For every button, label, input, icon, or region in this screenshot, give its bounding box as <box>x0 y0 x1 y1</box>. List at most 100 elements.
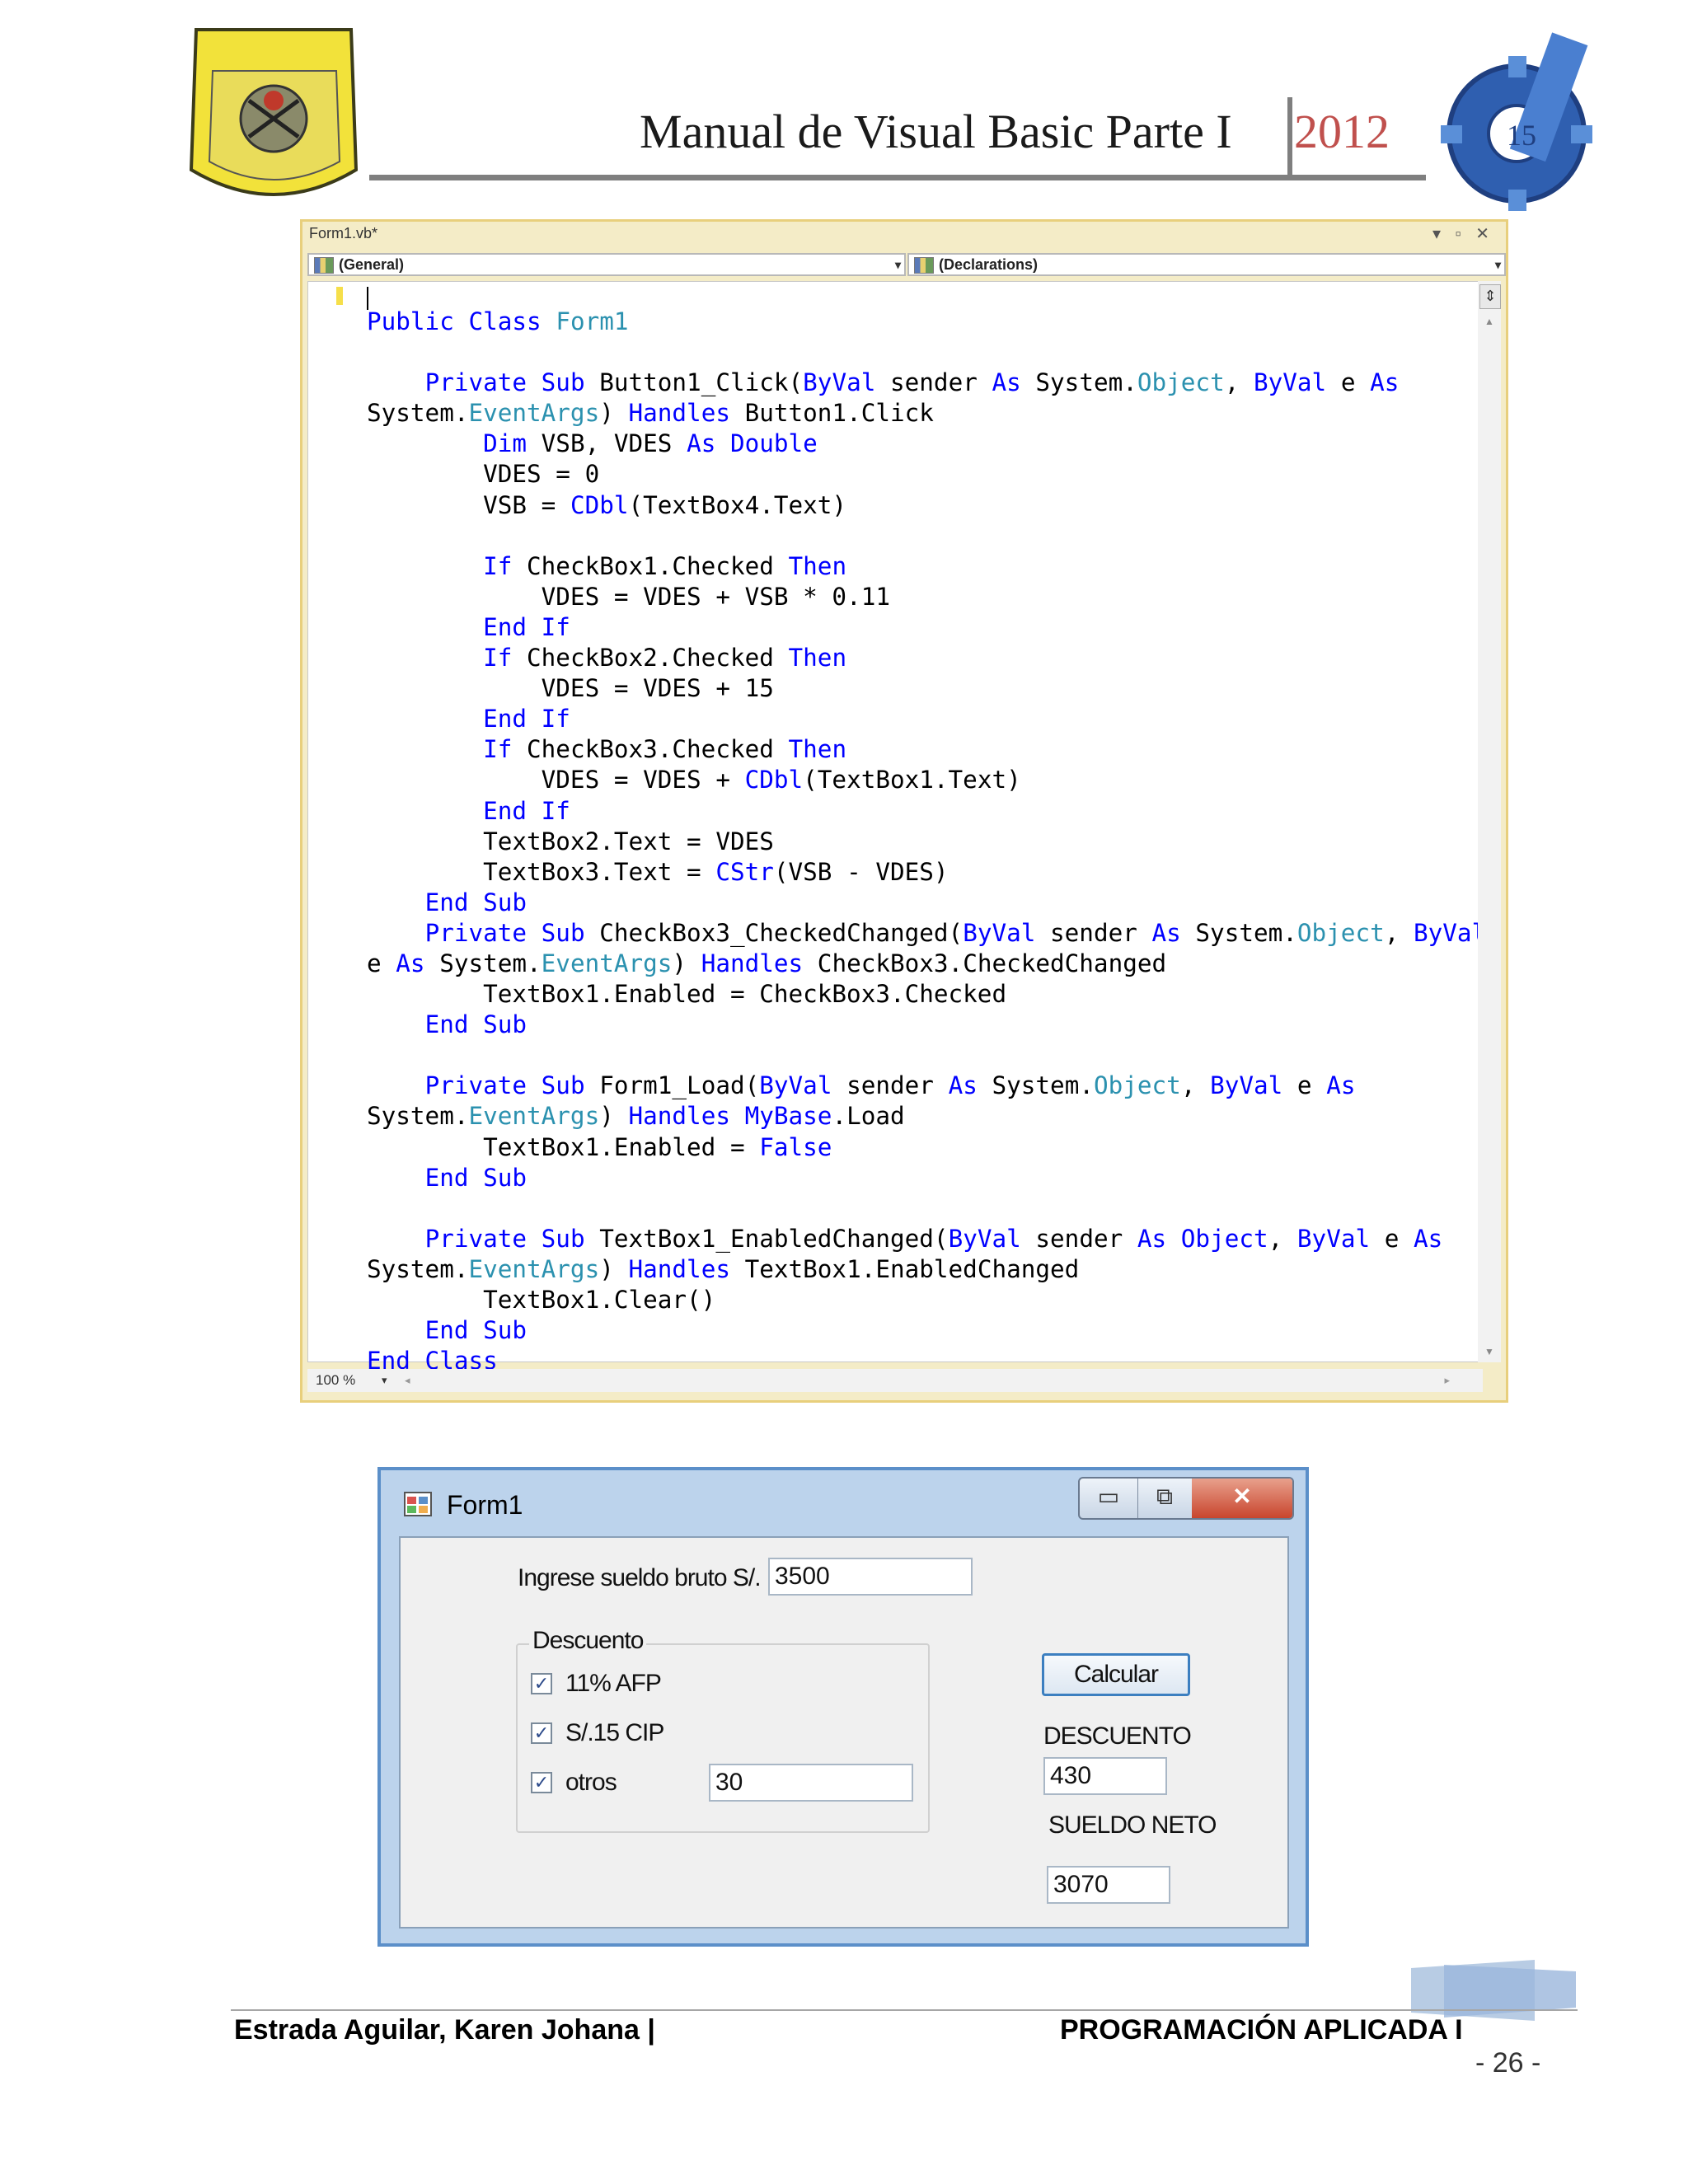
code-keyword: Private Sub <box>424 368 585 397</box>
code-keyword: End If <box>483 705 570 733</box>
footer-author: Estrada Aguilar, Karen Johana | <box>234 2014 655 2046</box>
afp-checkbox[interactable]: ✓ <box>531 1673 552 1694</box>
code-keyword: If <box>483 735 513 764</box>
code-keyword: End If <box>483 796 570 825</box>
sueldo-neto-output[interactable]: 3070 <box>1047 1866 1170 1904</box>
code-keyword: As <box>948 1071 978 1100</box>
scroll-down-icon[interactable]: ▼ <box>1484 1346 1494 1357</box>
code-keyword: ByVal <box>759 1071 832 1100</box>
vertical-scrollbar[interactable]: ⇕ ▲ ▼ <box>1478 281 1501 1362</box>
member-combo-value: (Declarations) <box>939 256 1039 273</box>
minimize-icon[interactable]: ▭ <box>1080 1479 1138 1518</box>
code-line: End If <box>367 613 570 641</box>
code-keyword: ByVal <box>803 368 876 397</box>
sueldo-bruto-input[interactable]: 3500 <box>768 1558 973 1596</box>
code-line: TextBox1.Clear() <box>367 1286 715 1314</box>
code-keyword: As <box>687 429 716 458</box>
code-text: e <box>367 949 396 977</box>
code-line: TextBox1.Enabled = False <box>367 1133 832 1161</box>
descuento-group-title: Descuento <box>529 1627 647 1655</box>
code-type: Object <box>1093 1071 1181 1100</box>
code-text: CheckBox1.Checked <box>512 551 789 580</box>
code-text: TextBox1.Clear() <box>367 1286 716 1314</box>
code-text: System. <box>367 399 469 428</box>
code-type: Form1 <box>556 307 629 335</box>
code-text: sender <box>1035 918 1152 947</box>
object-combo[interactable]: (General) ▾ <box>307 253 906 276</box>
code-type: EventArgs <box>468 1102 600 1131</box>
cip-checkbox[interactable]: ✓ <box>531 1722 552 1744</box>
close-icon[interactable]: ✕ <box>1192 1479 1292 1518</box>
code-keyword: Handles <box>628 399 730 428</box>
zoom-dropdown-icon[interactable]: ▾ <box>382 1369 387 1392</box>
code-text: VSB, VDES <box>527 429 687 458</box>
code-keyword: End Sub <box>424 888 528 916</box>
code-text: , <box>1384 918 1414 947</box>
scroll-left-icon[interactable]: ◂ <box>405 1369 410 1392</box>
scroll-up-icon[interactable]: ▲ <box>1484 316 1494 327</box>
code-text: Form1_Load( <box>584 1071 760 1100</box>
code-keyword: As <box>1370 368 1400 397</box>
code-text: e <box>1326 368 1371 397</box>
code-keyword: ByVal <box>1414 918 1487 947</box>
code-line: End Sub <box>367 1010 527 1038</box>
code-line: End Sub <box>367 1164 527 1192</box>
emblem-number: 15 <box>1507 119 1536 152</box>
form1-window: Form1 ▭ ⧉ ✕ Ingrese sueldo bruto S/. 350… <box>377 1467 1309 1947</box>
code-text: .Load <box>832 1102 905 1131</box>
source-code[interactable]: Public Class Form1 Private Sub Button1_C… <box>367 307 1486 1376</box>
chevron-down-icon[interactable]: ▾ <box>1495 255 1501 274</box>
code-text: , <box>1224 368 1254 397</box>
code-keyword: Then <box>788 735 847 764</box>
otros-checkbox-label: otros <box>565 1769 617 1796</box>
code-keyword: As <box>396 949 425 977</box>
chevron-down-icon[interactable]: ▾ <box>895 255 901 274</box>
title-separator <box>1287 97 1292 176</box>
code-text: (TextBox1.Text) <box>803 766 1021 794</box>
code-keyword: Public Class <box>367 307 542 335</box>
code-line: e As System.EventArgs) Handles CheckBox3… <box>367 949 1166 977</box>
code-editor-window: Form1.vb* ▾ ▫ ✕ (General) ▾ (Declaration… <box>300 219 1508 1403</box>
code-keyword: Object <box>1180 1224 1268 1253</box>
otros-input[interactable]: 30 <box>709 1764 913 1802</box>
code-keyword: Then <box>788 551 847 580</box>
zoom-level[interactable]: 100 % <box>316 1369 355 1392</box>
split-handle-icon[interactable]: ⇕ <box>1479 284 1501 309</box>
change-marker <box>336 287 343 305</box>
code-keyword: As <box>1137 1224 1167 1253</box>
scroll-right-icon[interactable]: ▸ <box>1444 1369 1450 1392</box>
code-line: VDES = VDES + 15 <box>367 674 774 702</box>
maximize-icon[interactable]: ⧉ <box>1137 1479 1193 1518</box>
code-keyword: As <box>1414 1224 1443 1253</box>
code-text: TextBox2.Text = VDES <box>367 827 774 855</box>
code-text: sender <box>1020 1224 1137 1253</box>
code-text: TextBox3.Text = <box>367 857 716 886</box>
method-icon <box>914 257 934 274</box>
code-text: VDES = VDES + 15 <box>367 674 774 703</box>
editor-tab[interactable]: Form1.vb* <box>309 225 377 246</box>
member-combo[interactable]: (Declarations) ▾ <box>907 253 1506 276</box>
code-text: VDES = VDES + VSB * 0.11 <box>367 582 890 611</box>
code-text: VDES = 0 <box>367 460 600 489</box>
otros-checkbox[interactable]: ✓ <box>531 1772 552 1793</box>
code-keyword: ByVal <box>1210 1071 1283 1100</box>
code-keyword: End Sub <box>424 1316 528 1345</box>
calcular-button[interactable]: Calcular <box>1042 1653 1190 1696</box>
code-text: Button1.Click <box>729 399 934 428</box>
code-text: CheckBox3.Checked <box>512 735 789 764</box>
code-text: ) <box>599 1102 629 1131</box>
editor-window-buttons[interactable]: ▾ ▫ ✕ <box>1432 223 1494 244</box>
code-line: TextBox1.Enabled = CheckBox3.Checked <box>367 980 1006 1008</box>
code-keyword: As <box>992 368 1021 397</box>
code-text: sender <box>875 368 992 397</box>
code-text-area[interactable]: Public Class Form1 Private Sub Button1_C… <box>307 281 1486 1375</box>
code-keyword: CStr <box>715 857 774 886</box>
descuento-output[interactable]: 430 <box>1043 1757 1167 1795</box>
